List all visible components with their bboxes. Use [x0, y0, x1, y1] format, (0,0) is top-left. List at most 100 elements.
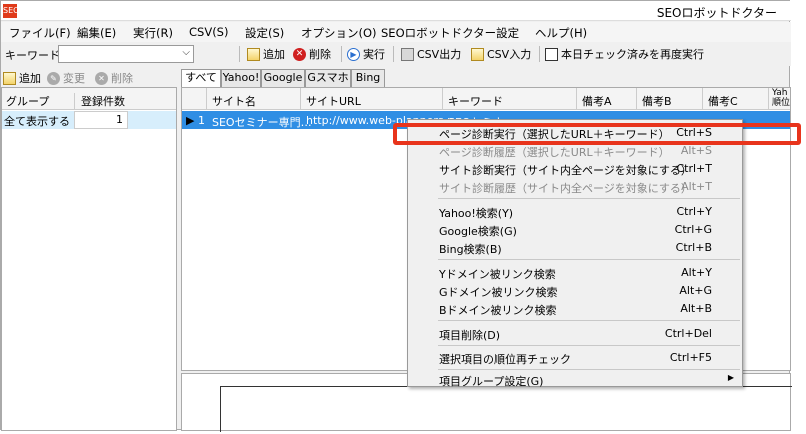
- tab-yahoo[interactable]: Yahoo!: [221, 69, 261, 87]
- group-add-label: 追加: [19, 72, 41, 85]
- keyword-dropdown[interactable]: ⌵: [58, 45, 194, 63]
- column-header-note-b[interactable]: 備考B: [642, 93, 672, 109]
- menu-item-site-diagnosis[interactable]: サイト診断実行（サイト内全ページを対象にする） Ctrl+T: [408, 159, 742, 177]
- delete-icon: ✕: [293, 47, 306, 61]
- column-header-count[interactable]: 登録件数: [74, 93, 125, 109]
- chevron-down-icon[interactable]: ⌵: [182, 47, 190, 58]
- group-table-header: グループ 登録件数: [2, 88, 176, 110]
- menu-separator: [438, 320, 740, 321]
- menu-item-shortcut: Alt+G: [679, 284, 712, 297]
- toolbar-divider: [341, 46, 342, 62]
- column-divider: [442, 88, 443, 110]
- menu-item-google-backlinks[interactable]: Gドメイン被リンク検索 Alt+G: [408, 281, 742, 299]
- csv-import-button[interactable]: CSV入力: [471, 46, 531, 62]
- group-table: グループ 登録件数 全て表示する 1: [1, 87, 177, 431]
- menu-csv[interactable]: CSV(S): [189, 25, 228, 39]
- group-toolbar: 追加 ✎ 変更 ✕ 削除: [1, 67, 177, 87]
- menu-item-yahoo-search[interactable]: Yahoo!検索(Y) Ctrl+Y: [408, 202, 742, 220]
- menu-separator: [438, 259, 740, 260]
- menu-item-shortcut: Alt+B: [680, 302, 712, 315]
- menu-item-shortcut: Ctrl+Y: [676, 205, 712, 218]
- document-icon: [247, 47, 260, 61]
- column-divider: [300, 88, 301, 110]
- menu-settings[interactable]: 設定(S): [245, 25, 284, 41]
- menu-separator: [438, 345, 740, 346]
- menu-help[interactable]: ヘルプ(H): [535, 25, 587, 41]
- menu-item-yahoo-backlinks[interactable]: Yドメイン被リンク検索 Alt+Y: [408, 263, 742, 281]
- run-label: 実行: [363, 48, 385, 61]
- highlight-annotation: [393, 123, 801, 145]
- toolbar: キーワード ⌵ 追加 ✕ 削除 ▶ 実行 CSV出力 CSV入力 本日チェック済…: [1, 42, 791, 66]
- menu-options[interactable]: オプション(O): [301, 25, 377, 41]
- edit-icon: ✎: [47, 71, 60, 85]
- menu-item-shortcut: Alt+T: [681, 180, 712, 193]
- menu-item-shortcut: Ctrl+Del: [664, 327, 712, 340]
- menu-item-label: サイト診断実行（サイト内全ページを対象にする）: [439, 164, 692, 177]
- document-icon: [471, 47, 484, 61]
- menu-item-label: 項目グループ設定(G): [439, 375, 544, 388]
- menu-item-recheck-rank[interactable]: 選択項目の順位再チェック Ctrl+F5: [408, 348, 742, 366]
- group-add-button[interactable]: 追加: [3, 70, 41, 86]
- menu-item-label: Yドメイン被リンク検索: [439, 268, 556, 281]
- menu-item-bing-search[interactable]: Bing検索(B) Ctrl+B: [408, 238, 742, 256]
- menu-robot-settings[interactable]: SEOロボットドクター設定: [381, 25, 519, 41]
- column-header-note-c[interactable]: 備考C: [708, 93, 738, 109]
- tab-google-mobile[interactable]: Gスマホ: [305, 69, 351, 87]
- column-divider: [576, 88, 577, 110]
- checkbox-icon[interactable]: [545, 47, 558, 61]
- csv-export-label: CSV出力: [417, 48, 462, 61]
- row-pointer-icon: ▶: [186, 114, 195, 127]
- menu-item-label: Bドメイン被リンク検索: [439, 304, 557, 317]
- menu-item-shortcut: Ctrl+T: [676, 162, 712, 175]
- column-header-group[interactable]: グループ: [6, 93, 49, 109]
- toolbar-divider: [239, 46, 240, 62]
- delete-label: 削除: [309, 48, 331, 61]
- menu-item-label: 項目削除(D): [439, 329, 501, 342]
- column-header-keyword[interactable]: キーワード: [448, 93, 503, 109]
- menu-item-google-search[interactable]: Google検索(G) Ctrl+G: [408, 220, 742, 238]
- menu-item-group-settings[interactable]: 項目グループ設定(G) ▶: [408, 370, 742, 388]
- tab-all[interactable]: すべて: [181, 69, 221, 88]
- recheck-checkbox[interactable]: 本日チェック済みを再度実行: [545, 46, 704, 62]
- window-title: SEOロボットドクター: [656, 6, 777, 20]
- grid-header: サイト名 サイトURL キーワード 備考A 備考B 備考C Yah 順位: [182, 88, 790, 110]
- delete-icon: ✕: [95, 71, 108, 85]
- group-delete-button[interactable]: ✕ 削除: [95, 70, 133, 86]
- tab-google[interactable]: Google: [261, 69, 305, 87]
- group-delete-label: 削除: [111, 72, 133, 85]
- group-row-all[interactable]: 全て表示する 1: [2, 111, 176, 129]
- menu-item-site-history[interactable]: サイト診断履歴（サイト内全ページを対象にする） Alt+T: [408, 177, 742, 195]
- toolbar-divider: [393, 46, 394, 62]
- menu-bar: ファイル(F) 編集(E) 実行(R) CSV(S) 設定(S) オプション(O…: [1, 22, 791, 42]
- tab-bing[interactable]: Bing: [351, 69, 385, 87]
- detail-inner-frame: [220, 386, 792, 432]
- menu-item-label: Bing検索(B): [439, 243, 502, 256]
- context-menu: ページ診断実行（選択したURL＋キーワード） Ctrl+S ページ診断履歴（選択…: [407, 119, 743, 388]
- menu-file[interactable]: ファイル(F): [9, 25, 71, 41]
- menu-run[interactable]: 実行(R): [133, 25, 173, 41]
- menu-item-shortcut: Ctrl+B: [675, 241, 712, 254]
- title-bar: SEO SEOロボットドクター: [1, 1, 791, 21]
- column-header-url[interactable]: サイトURL: [306, 93, 361, 109]
- menu-item-shortcut: Alt+S: [680, 144, 712, 157]
- keyword-label: キーワード: [5, 49, 60, 62]
- csv-export-button[interactable]: CSV出力: [401, 46, 461, 62]
- menu-item-delete[interactable]: 項目削除(D) Ctrl+Del: [408, 324, 742, 342]
- menu-item-shortcut: Alt+Y: [681, 266, 712, 279]
- column-header-site-name[interactable]: サイト名: [212, 93, 256, 109]
- add-button[interactable]: 追加: [247, 46, 285, 62]
- delete-button[interactable]: ✕ 削除: [293, 46, 331, 62]
- printer-icon: [401, 47, 414, 61]
- column-header-note-a[interactable]: 備考A: [582, 93, 612, 109]
- csv-import-label: CSV入力: [487, 48, 532, 61]
- menu-item-bing-backlinks[interactable]: Bドメイン被リンク検索 Alt+B: [408, 299, 742, 317]
- menu-item-shortcut: Ctrl+G: [674, 223, 712, 236]
- app-logo-icon: SEO: [3, 4, 19, 18]
- group-edit-label: 変更: [63, 72, 85, 85]
- menu-edit[interactable]: 編集(E): [77, 25, 116, 41]
- menu-separator: [438, 198, 740, 199]
- cell-site-name[interactable]: SEOセミナー専門…: [212, 114, 312, 130]
- group-edit-button[interactable]: ✎ 変更: [47, 70, 85, 86]
- run-button[interactable]: ▶ 実行: [347, 46, 385, 62]
- column-header-yahoo-rank[interactable]: Yah 順位: [772, 88, 790, 108]
